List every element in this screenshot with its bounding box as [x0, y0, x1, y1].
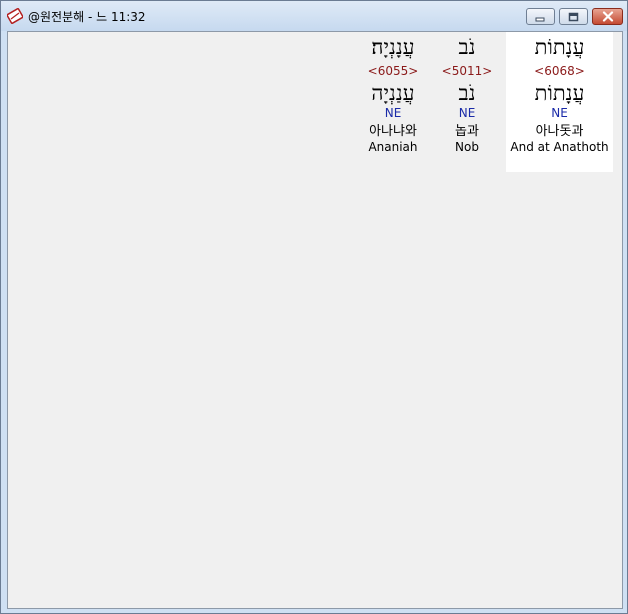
- hebrew-lemma: עֲנַנְיָה: [371, 81, 415, 105]
- hebrew-word[interactable]: עֲנָנְיָה׃: [358, 32, 428, 64]
- english-gloss: And at Anathoth: [510, 140, 609, 154]
- hebrew-word[interactable]: עֲנָתוֹת: [506, 32, 613, 64]
- minimize-icon: [535, 7, 546, 26]
- app-window: @원전분해 - 느 11:32 עֲנָנְיָה׃ <6055> עֲנַנְ…: [0, 0, 628, 614]
- part-of-speech: NE: [458, 106, 476, 120]
- interlinear-panel[interactable]: עֲנָנְיָה׃ <6055> עֲנַנְיָה NE 아나냐와 Anan…: [7, 31, 623, 609]
- part-of-speech: NE: [384, 106, 402, 120]
- close-button[interactable]: [592, 8, 623, 25]
- bible-app-icon[interactable]: [6, 8, 24, 24]
- hebrew-lemma: עֲנָתוֹת: [534, 81, 585, 105]
- strong-number[interactable]: <6055>: [358, 64, 428, 80]
- hebrew-word[interactable]: נֹב: [436, 32, 498, 64]
- korean-gloss: 아나돗과: [535, 124, 584, 139]
- korean-gloss: 놉과: [455, 124, 479, 139]
- maximize-icon: [568, 7, 579, 26]
- part-of-speech: NE: [551, 106, 568, 120]
- strong-number[interactable]: <6068>: [506, 64, 613, 80]
- english-gloss: Nob: [455, 140, 479, 154]
- word-column-selected[interactable]: עֲנָתוֹת <6068> עֲנָתוֹת NE 아나돗과 And at …: [506, 32, 613, 172]
- window-title: @원전분해 - 느 11:32: [28, 10, 146, 24]
- minimize-button[interactable]: [526, 8, 555, 25]
- word-column[interactable]: עֲנָנְיָה׃ <6055> עֲנַנְיָה NE 아나냐와 Anan…: [358, 32, 428, 154]
- word-column[interactable]: נֹב <5011> נֹב NE 놉과 Nob: [436, 32, 498, 154]
- maximize-button[interactable]: [559, 8, 588, 25]
- korean-gloss: 아나냐와: [369, 124, 417, 139]
- title-bar[interactable]: @원전분해 - 느 11:32: [1, 1, 627, 31]
- hebrew-lemma: נֹב: [458, 81, 476, 105]
- close-icon: [602, 7, 614, 26]
- strong-number[interactable]: <5011>: [436, 64, 498, 80]
- english-gloss: Ananiah: [368, 140, 418, 154]
